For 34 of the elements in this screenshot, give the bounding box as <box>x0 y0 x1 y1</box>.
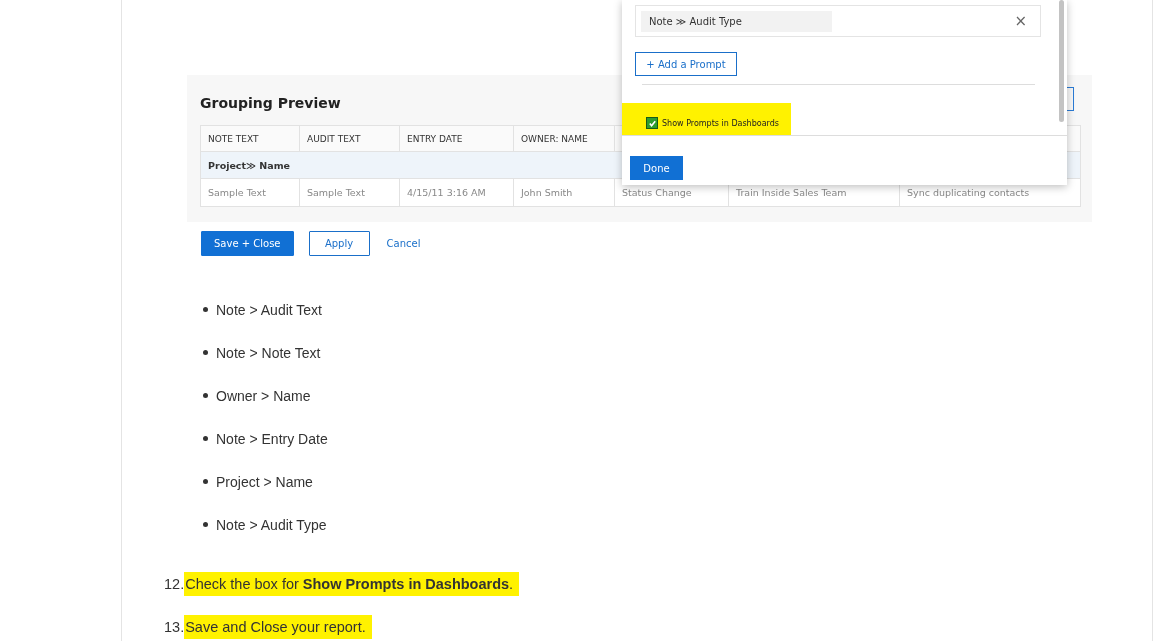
scrollbar[interactable] <box>1059 0 1064 122</box>
checkbox-label: Show Prompts in Dashboards <box>662 118 779 128</box>
table-cell: Train Inside Sales Team <box>736 187 847 198</box>
table-cell: Status Change <box>622 187 692 198</box>
list-item: Note > Audit Type <box>216 516 327 533</box>
column-header: NOTE TEXT <box>200 125 300 152</box>
checkbox[interactable] <box>646 117 658 129</box>
add-prompt-button[interactable]: + Add a Prompt <box>635 52 737 76</box>
list-item: Note > Note Text <box>216 344 321 361</box>
column-header: OWNER: NAME <box>513 125 615 152</box>
step-text: Check the box for Show Prompts in Dashboards. <box>184 571 520 596</box>
done-button[interactable]: Done <box>630 156 683 180</box>
prompt-field[interactable]: Note ≫ Audit Type × <box>635 5 1041 37</box>
prompt-chip: Note ≫ Audit Type <box>641 10 832 32</box>
step-text: Save and Close your report. <box>184 614 372 639</box>
table-cell: Sync duplicating contacts <box>907 187 1030 198</box>
list-item: Note > Audit Text <box>216 301 322 318</box>
list-item: Note > Entry Date <box>216 430 328 447</box>
group-label: Project≫ Name <box>208 159 290 171</box>
close-icon[interactable]: × <box>1014 12 1027 30</box>
section-title: Grouping Preview <box>200 95 341 111</box>
table-cell: Sample Text <box>208 187 266 198</box>
table-cell: Sample Text <box>307 187 365 198</box>
cancel-link[interactable]: Cancel <box>384 231 423 256</box>
table-cell: 4/15/11 3:16 AM <box>407 187 486 198</box>
step-number: 13. <box>164 618 185 635</box>
list-item: Owner > Name <box>216 387 311 404</box>
column-header: AUDIT TEXT <box>299 125 400 152</box>
table-cell: John Smith <box>521 187 573 198</box>
action-button[interactable]: Save + Close <box>201 231 294 256</box>
list-item: Project > Name <box>216 473 313 490</box>
step-number: 12. <box>164 575 185 592</box>
column-header: ENTRY DATE <box>399 125 514 152</box>
action-button[interactable]: Apply <box>308 231 370 256</box>
